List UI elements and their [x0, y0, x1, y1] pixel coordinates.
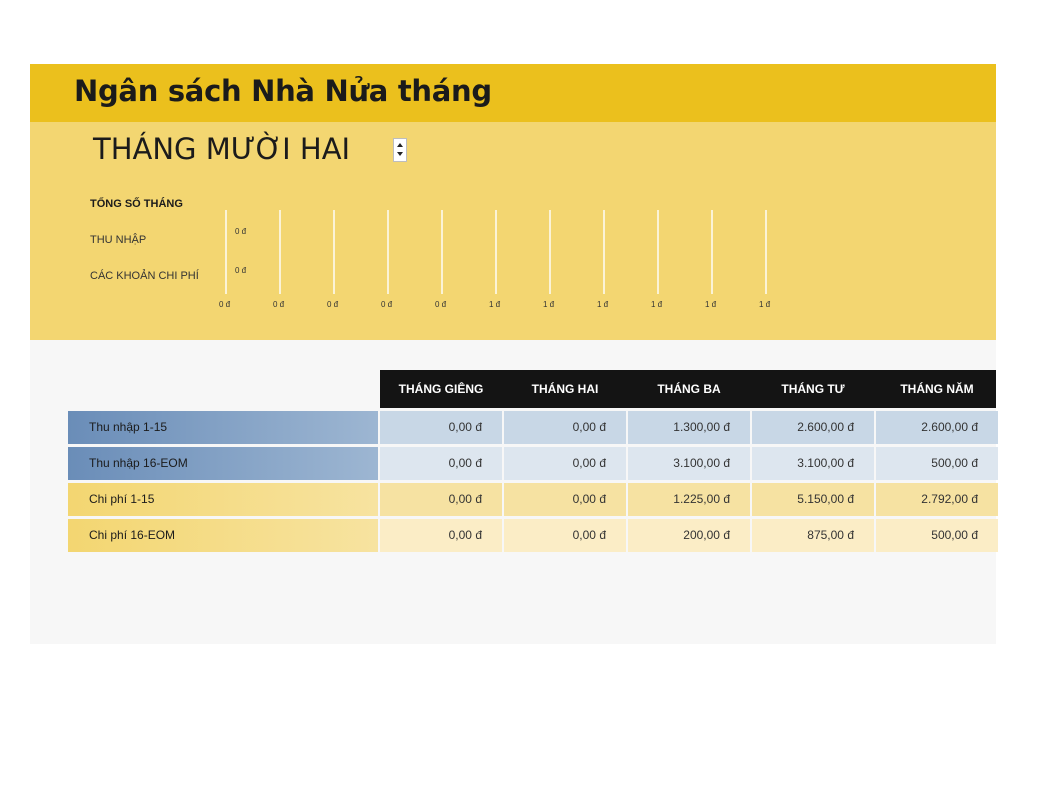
table-cell[interactable]: 3.100,00 đ	[752, 447, 874, 480]
chart-gridline	[603, 210, 605, 294]
chart-gridline	[549, 210, 551, 294]
table-cell[interactable]: 2.792,00 đ	[876, 483, 998, 516]
chart-gridline	[387, 210, 389, 294]
income-total-value: 0 đ	[235, 227, 247, 236]
budget-sheet: Ngân sách Nhà Nửa tháng THÁNG MƯỜI HAI T…	[30, 64, 998, 644]
table-cell[interactable]: 3.100,00 đ	[628, 447, 750, 480]
column-header: THÁNG BA	[657, 382, 721, 396]
page-title: Ngân sách Nhà Nửa tháng	[74, 74, 492, 108]
axis-tick-label: 1 đ	[759, 300, 771, 309]
column-header: THÁNG GIÊNG	[398, 382, 484, 396]
axis-tick-label: 0 đ	[435, 300, 447, 309]
table-cell[interactable]: 1.300,00 đ	[628, 411, 750, 444]
table-cell[interactable]: 0,00 đ	[380, 483, 502, 516]
table-cell[interactable]: 2.600,00 đ	[876, 411, 998, 444]
table-cell[interactable]: 500,00 đ	[876, 447, 998, 480]
chart-gridline	[495, 210, 497, 294]
spin-down-icon[interactable]	[397, 152, 403, 156]
column-header: THÁNG NĂM	[900, 382, 974, 396]
chart-gridline	[765, 210, 767, 294]
axis-tick-label: 1 đ	[543, 300, 555, 309]
axis-tick-label: 0 đ	[273, 300, 285, 309]
axis-tick-label: 0 đ	[327, 300, 339, 309]
column-header: THÁNG TƯ	[781, 382, 845, 396]
chart-gridline	[225, 210, 227, 294]
table-cell[interactable]: 0,00 đ	[380, 447, 502, 480]
axis-tick-label: 1 đ	[489, 300, 501, 309]
selected-month: THÁNG MƯỜI HAI	[93, 132, 351, 166]
axis-tick-label: 1 đ	[597, 300, 609, 309]
expense-label: CÁC KHOẢN CHI PHÍ	[90, 270, 199, 282]
row-label: Chi phí 1-15	[68, 483, 378, 516]
axis-tick-label: 0 đ	[219, 300, 231, 309]
table-cell[interactable]: 200,00 đ	[628, 519, 750, 552]
row-label: Thu nhập 1-15	[68, 411, 378, 444]
table-cell[interactable]: 5.150,00 đ	[752, 483, 874, 516]
income-label: THU NHẬP	[90, 234, 147, 246]
spin-up-icon[interactable]	[397, 143, 403, 147]
chart-gridline	[279, 210, 281, 294]
summary-heading: TỔNG SỐ THÁNG	[90, 198, 183, 210]
table-cell[interactable]: 875,00 đ	[752, 519, 874, 552]
table-cell[interactable]: 0,00 đ	[504, 447, 626, 480]
table-cell[interactable]: 500,00 đ	[876, 519, 998, 552]
column-header: THÁNG HAI	[531, 382, 599, 396]
title-band: Ngân sách Nhà Nửa tháng	[30, 64, 996, 122]
row-label: Thu nhập 16-EOM	[68, 447, 378, 480]
axis-tick-label: 1 đ	[705, 300, 717, 309]
row-label: Chi phí 16-EOM	[68, 519, 378, 552]
table-cell[interactable]: 0,00 đ	[380, 411, 502, 444]
expense-total-value: 0 đ	[235, 266, 247, 275]
table-cell[interactable]: 0,00 đ	[380, 519, 502, 552]
chart-gridline	[711, 210, 713, 294]
axis-tick-label: 0 đ	[381, 300, 393, 309]
table-cell[interactable]: 2.600,00 đ	[752, 411, 874, 444]
table-header: THÁNG GIÊNG THÁNG HAI THÁNG BA THÁNG TƯ THÁN…	[380, 370, 996, 408]
chart-gridline	[441, 210, 443, 294]
table-cell[interactable]: 0,00 đ	[504, 519, 626, 552]
month-spinner[interactable]	[393, 138, 407, 162]
chart-gridline	[657, 210, 659, 294]
table-cell[interactable]: 1.225,00 đ	[628, 483, 750, 516]
table-cell[interactable]: 0,00 đ	[504, 411, 626, 444]
table-cell[interactable]: 0,00 đ	[504, 483, 626, 516]
axis-tick-label: 1 đ	[651, 300, 663, 309]
chart-gridline	[333, 210, 335, 294]
